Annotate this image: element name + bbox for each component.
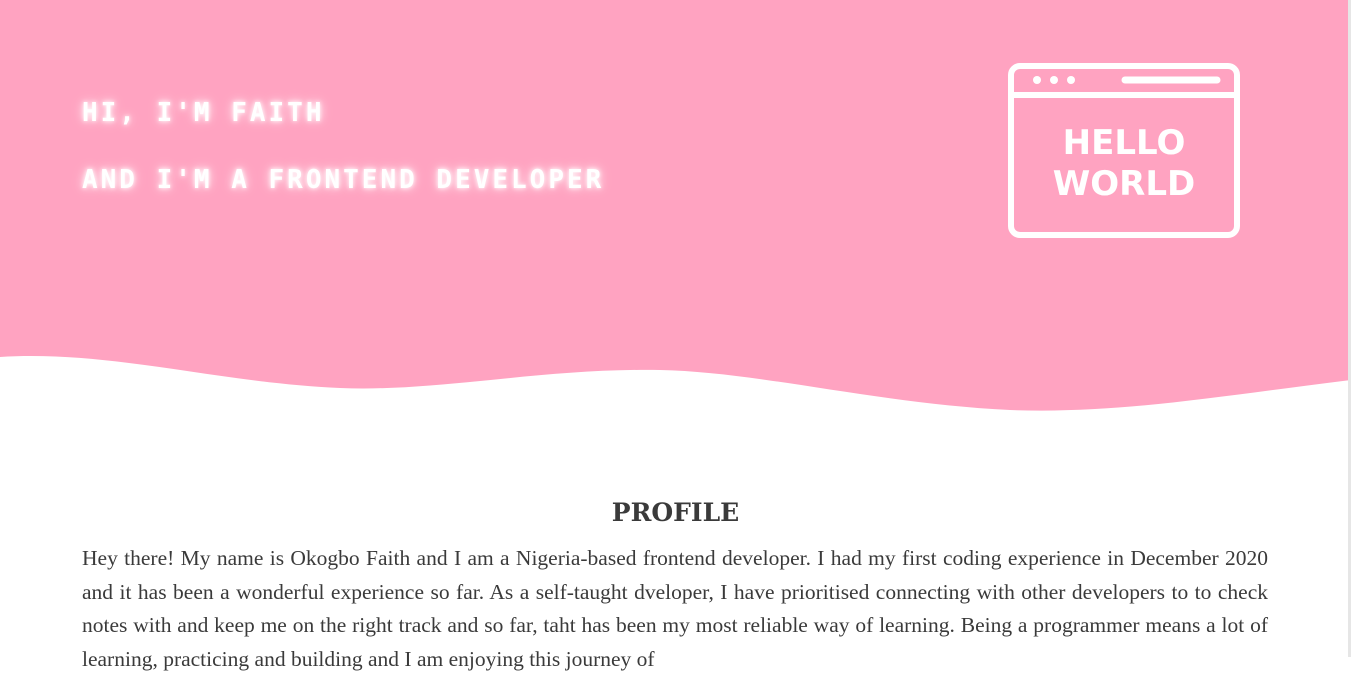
- icon-text-hello: HELLO: [1063, 123, 1186, 163]
- hero-section: HI, I'M FAITH AND I'M A FRONTEND DEVELOP…: [0, 0, 1351, 420]
- hero-role: AND I'M A FRONTEND DEVELOPER: [82, 165, 605, 195]
- profile-heading: PROFILE: [611, 498, 740, 527]
- browser-window-icon: HELLO WORLD: [1008, 63, 1240, 238]
- icon-text-world: WORLD: [1053, 164, 1195, 204]
- hero-greeting: HI, I'M FAITH: [82, 98, 325, 128]
- profile-body-text: Hey there! My name is Okogbo Faith and I…: [82, 546, 1268, 671]
